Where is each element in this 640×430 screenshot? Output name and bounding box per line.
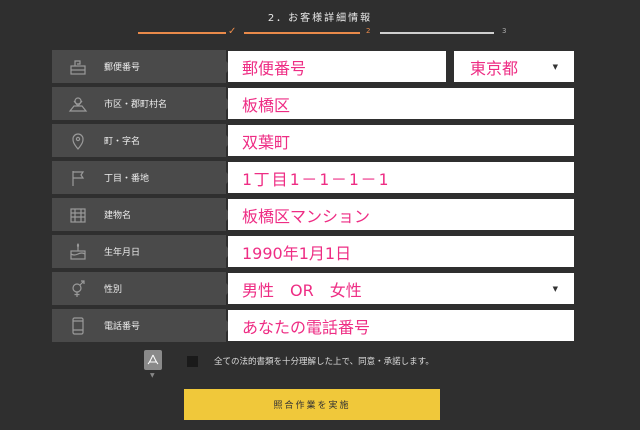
field-label: 市区・郡町村名 <box>104 100 168 110</box>
block-number-input[interactable]: 1丁目1－1－1－1 <box>228 162 574 193</box>
field-label: 性別 <box>104 285 123 295</box>
field-label-box: 丁目・番地 <box>52 161 232 194</box>
location-pin-icon <box>52 131 104 151</box>
progress-segment-3 <box>380 32 494 34</box>
progress-segment-1 <box>138 32 226 34</box>
step-title: 2．お客様詳細情報 <box>267 13 373 24</box>
pdf-icon[interactable] <box>144 350 162 370</box>
field-label: 丁目・番地 <box>104 174 150 184</box>
progress-segment-2 <box>244 32 360 34</box>
form-row-block-number: 丁目・番地 1丁目1－1－1－1 <box>52 161 574 194</box>
progress-indicator: ✓ 2 3 <box>0 26 640 40</box>
step-number-2: 2 <box>366 27 371 35</box>
form-row-building: 建物名 板橋区マンション <box>52 198 574 231</box>
field-label-box: 郵便番号 <box>52 50 232 83</box>
gender-icon <box>52 279 104 299</box>
agreement-row: ▼ 全ての法的書類を十分理解した上で、同意・承諾します。 <box>0 348 640 379</box>
caret-down-icon: ▼ <box>552 63 558 71</box>
building-icon <box>52 205 104 225</box>
field-label-box: 生年月日 <box>52 235 232 268</box>
mailbox-icon <box>52 57 104 77</box>
caret-down-icon: ▼ <box>150 372 155 379</box>
form-row-phone: 電話番号 あなたの電話番号 <box>52 309 574 342</box>
map-pin-icon <box>52 94 104 114</box>
flag-icon <box>52 168 104 188</box>
step-number-3: 3 <box>502 27 507 35</box>
field-label: 郵便番号 <box>104 63 141 73</box>
check-icon: ✓ <box>228 26 237 37</box>
field-label: 町・字名 <box>104 137 141 147</box>
field-label-box: 町・字名 <box>52 124 232 157</box>
field-label-box: 性別 <box>52 272 232 305</box>
form-row-city: 市区・郡町村名 板橋区 <box>52 87 574 120</box>
phone-input[interactable]: あなたの電話番号 <box>228 310 574 341</box>
birthdate-input[interactable]: 1990年1月1日 <box>228 236 574 267</box>
form-row-gender: 性別 男性 OR 女性 ▼ <box>52 272 574 305</box>
cake-icon <box>52 242 104 262</box>
prefecture-select[interactable]: 東京都 ▼ <box>454 51 574 82</box>
gender-select[interactable]: 男性 OR 女性 ▼ <box>228 273 574 304</box>
field-label-box: 電話番号 <box>52 309 232 342</box>
field-label: 建物名 <box>104 211 132 221</box>
city-input[interactable]: 板橋区 <box>228 88 574 119</box>
agreement-checkbox[interactable] <box>187 356 198 367</box>
agreement-text: 全ての法的書類を十分理解した上で、同意・承諾します。 <box>214 357 434 367</box>
field-label: 電話番号 <box>104 322 141 332</box>
form-row-town: 町・字名 双葉町 <box>52 124 574 157</box>
phone-icon <box>52 316 104 336</box>
submit-button[interactable]: 照合作業を実施 <box>184 389 440 420</box>
form-row-postal-code: 郵便番号 郵便番号 東京都 ▼ <box>52 50 574 83</box>
town-input[interactable]: 双葉町 <box>228 125 574 156</box>
field-label: 生年月日 <box>104 248 141 258</box>
building-input[interactable]: 板橋区マンション <box>228 199 574 230</box>
field-label-box: 建物名 <box>52 198 232 231</box>
postal-code-input[interactable]: 郵便番号 <box>228 51 446 82</box>
prefecture-value: 東京都 <box>470 58 519 78</box>
form-row-birthdate: 生年月日 1990年1月1日 <box>52 235 574 268</box>
caret-down-icon: ▼ <box>552 285 558 293</box>
field-label-box: 市区・郡町村名 <box>52 87 232 120</box>
gender-value: 男性 OR 女性 <box>242 280 362 300</box>
